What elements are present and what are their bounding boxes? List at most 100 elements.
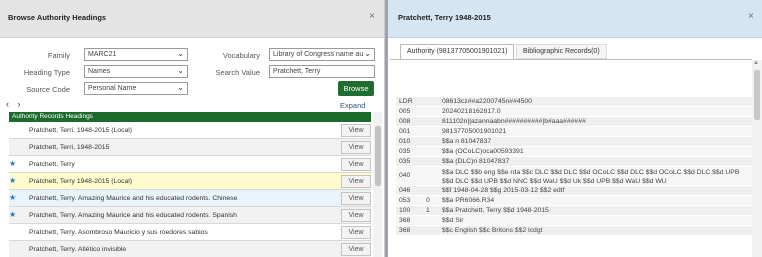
marc-tag: 035	[399, 158, 411, 165]
marc-tag: 035	[399, 148, 411, 155]
table-row-selected[interactable]: ★ Pratchett, Terry 1948-2015 (Local) Vie…	[9, 173, 371, 190]
heading-text: Pratchett, Terri, 1948-2015	[29, 144, 110, 151]
marc-field: 010 $$a n 81047837	[396, 137, 752, 147]
view-button[interactable]: View	[341, 175, 371, 188]
record-detail-panel: Pratchett, Terry 1948-2015 × Authority (…	[388, 0, 762, 257]
star-icon: ★	[9, 193, 17, 202]
marc-record: LDR 08613cz##a2200745n##4500 005 202402181…	[396, 97, 752, 236]
marc-field: 035 $$a (DLC)n 81047837	[396, 157, 752, 167]
family-value: MARC21	[88, 51, 117, 58]
browse-authority-panel: Browse Authority Headings × Family MARC2…	[0, 0, 385, 257]
marc-value: $$a PR6066.R34	[442, 197, 495, 204]
authority-headings-table: Authority Records Headings Pratchett, Te…	[9, 112, 371, 257]
family-select[interactable]: MARC21 ⌄	[84, 48, 188, 61]
tab-bibliographic-records[interactable]: Bibliographic Records(0)	[516, 44, 607, 59]
heading-type-value: Names	[88, 68, 111, 75]
heading-text: Pratchett, Terry	[29, 161, 75, 168]
search-value-label: Search Value	[215, 68, 260, 77]
table-row[interactable]: Pratchett, Terri, 1948-2015 (Local) View	[9, 122, 371, 139]
table-row[interactable]: ★ Pratchett, Terry View	[9, 156, 371, 173]
marc-field: 001 98137705001901021	[396, 127, 752, 137]
chevron-down-icon: ⌄	[364, 49, 371, 58]
close-icon[interactable]: ×	[748, 11, 754, 22]
expand-link[interactable]: Expand	[340, 101, 365, 110]
view-button[interactable]: View	[341, 243, 371, 256]
vocabulary-select[interactable]: Library of Congress name au ⌄	[269, 48, 375, 61]
source-code-label: Source Code	[26, 85, 70, 94]
view-button[interactable]: View	[341, 158, 371, 171]
marc-field: 053 0 $$a PR6066.R34	[396, 196, 752, 206]
app-root: Browse Authority Headings × Family MARC2…	[0, 0, 762, 257]
marc-tag: 010	[399, 138, 411, 145]
marc-tag: 005	[399, 108, 411, 115]
heading-type-label: Heading Type	[23, 68, 70, 77]
heading-text: Pratchett, Terry. Atlético invisible	[29, 246, 127, 253]
table-body: Pratchett, Terri, 1948-2015 (Local) View…	[9, 122, 371, 257]
marc-tag: 040	[399, 172, 411, 179]
table-row[interactable]: ★ Pratchett, Terry. Amazing Maurice and …	[9, 190, 371, 207]
view-button[interactable]: View	[341, 192, 371, 205]
marc-value: 98137705001901021	[442, 128, 507, 135]
heading-type-select[interactable]: Names ⌄	[84, 65, 188, 78]
marc-value: 20240218162817.0	[442, 108, 501, 115]
family-label: Family	[47, 51, 70, 60]
scrollbar-thumb[interactable]	[754, 70, 760, 120]
heading-text: Pratchett, Terry. Amazing Maurice and hi…	[29, 212, 237, 219]
browse-button[interactable]: Browse	[338, 81, 374, 96]
tab-divider	[390, 59, 752, 60]
tab-authority[interactable]: Authority (98137705001901021)	[400, 44, 515, 59]
scrollbar-thumb[interactable]	[375, 126, 381, 186]
marc-field: 005 20240218162817.0	[396, 107, 752, 117]
marc-field: 040 $$a DLC $$b eng $$e rda $$c DLC $$d D…	[396, 167, 752, 186]
marc-value: 08613cz##a2200745n##4500	[442, 98, 532, 105]
star-icon: ★	[9, 210, 17, 219]
marc-field: 008 811102n||azannaabn##########|b#aaa###…	[396, 117, 752, 127]
heading-text: Pratchett, Terri, 1948-2015 (Local)	[29, 127, 133, 134]
marc-tag: 008	[399, 118, 411, 125]
marc-field: 368 $$d Sir	[396, 216, 752, 226]
heading-text: Pratchett, Terry 1948-2015 (Local)	[29, 178, 133, 185]
marc-field: 046 $$f 1948-04-28 $$g 2015-03-12 $$2 edt…	[396, 186, 752, 196]
table-row[interactable]: Pratchett, Terry. Atlético invisible Vie…	[9, 241, 371, 257]
record-title: Pratchett, Terry 1948-2015	[398, 13, 491, 22]
vocabulary-label: Vocabulary	[222, 51, 260, 60]
view-button[interactable]: View	[341, 209, 371, 222]
table-row[interactable]: Pratchett, Terry. Asombroso Mauricio y s…	[9, 224, 371, 241]
marc-value: $$d Sir	[442, 217, 464, 224]
table-row[interactable]: Pratchett, Terri, 1948-2015 View	[9, 139, 371, 156]
marc-tag: 053	[399, 197, 411, 204]
marc-value: $$c English $$c Britons $$2 lcdgt	[442, 227, 543, 234]
marc-indicator: 1	[426, 207, 430, 214]
marc-field: 368 $$c English $$c Britons $$2 lcdgt	[396, 226, 752, 236]
scroll-up-icon[interactable]: ▲	[753, 60, 759, 66]
chevron-down-icon: ⌄	[177, 83, 184, 92]
heading-text: Pratchett, Terry. Amazing Maurice and hi…	[29, 195, 238, 202]
marc-tag: 046	[399, 187, 411, 194]
left-panel-header: Browse Authority Headings ×	[0, 0, 384, 38]
view-button[interactable]: View	[341, 124, 371, 137]
marc-value: 811102n||azannaabn##########|b#aaa######	[442, 118, 586, 125]
view-button[interactable]: View	[341, 141, 371, 154]
pagination-arrows[interactable]: ‹ ›	[6, 99, 24, 109]
left-panel-title: Browse Authority Headings	[8, 13, 107, 22]
source-code-select[interactable]: Personal Name ⌄	[84, 82, 188, 95]
table-row[interactable]: ★ Pratchett, Terry. Amazing Maurice and …	[9, 207, 371, 224]
marc-indicator: 0	[426, 197, 430, 204]
marc-tag: 368	[399, 217, 411, 224]
star-icon: ★	[9, 176, 17, 185]
star-icon: ★	[9, 159, 17, 168]
view-button[interactable]: View	[341, 226, 371, 239]
source-code-value: Personal Name	[88, 85, 137, 92]
heading-text: Pratchett, Terry. Asombroso Mauricio y s…	[29, 229, 208, 236]
marc-value: $$a n 81047837	[442, 138, 492, 145]
table-header: Authority Records Headings	[9, 112, 371, 122]
marc-tag: 100	[399, 207, 411, 214]
close-icon[interactable]: ×	[369, 11, 375, 22]
table-scrollbar[interactable]	[373, 112, 382, 257]
record-scrollbar[interactable]: ▲	[752, 60, 762, 257]
marc-field: LDR 08613cz##a2200745n##4500	[396, 97, 752, 107]
marc-value: $$a Pratchett, Terry $$d 1948-2015	[442, 207, 549, 214]
marc-tag: LDR	[399, 98, 413, 105]
marc-value: $$a (OCoLC)oca00593391	[442, 148, 524, 155]
search-value-input[interactable]: Pratchett, Terry	[269, 65, 375, 78]
